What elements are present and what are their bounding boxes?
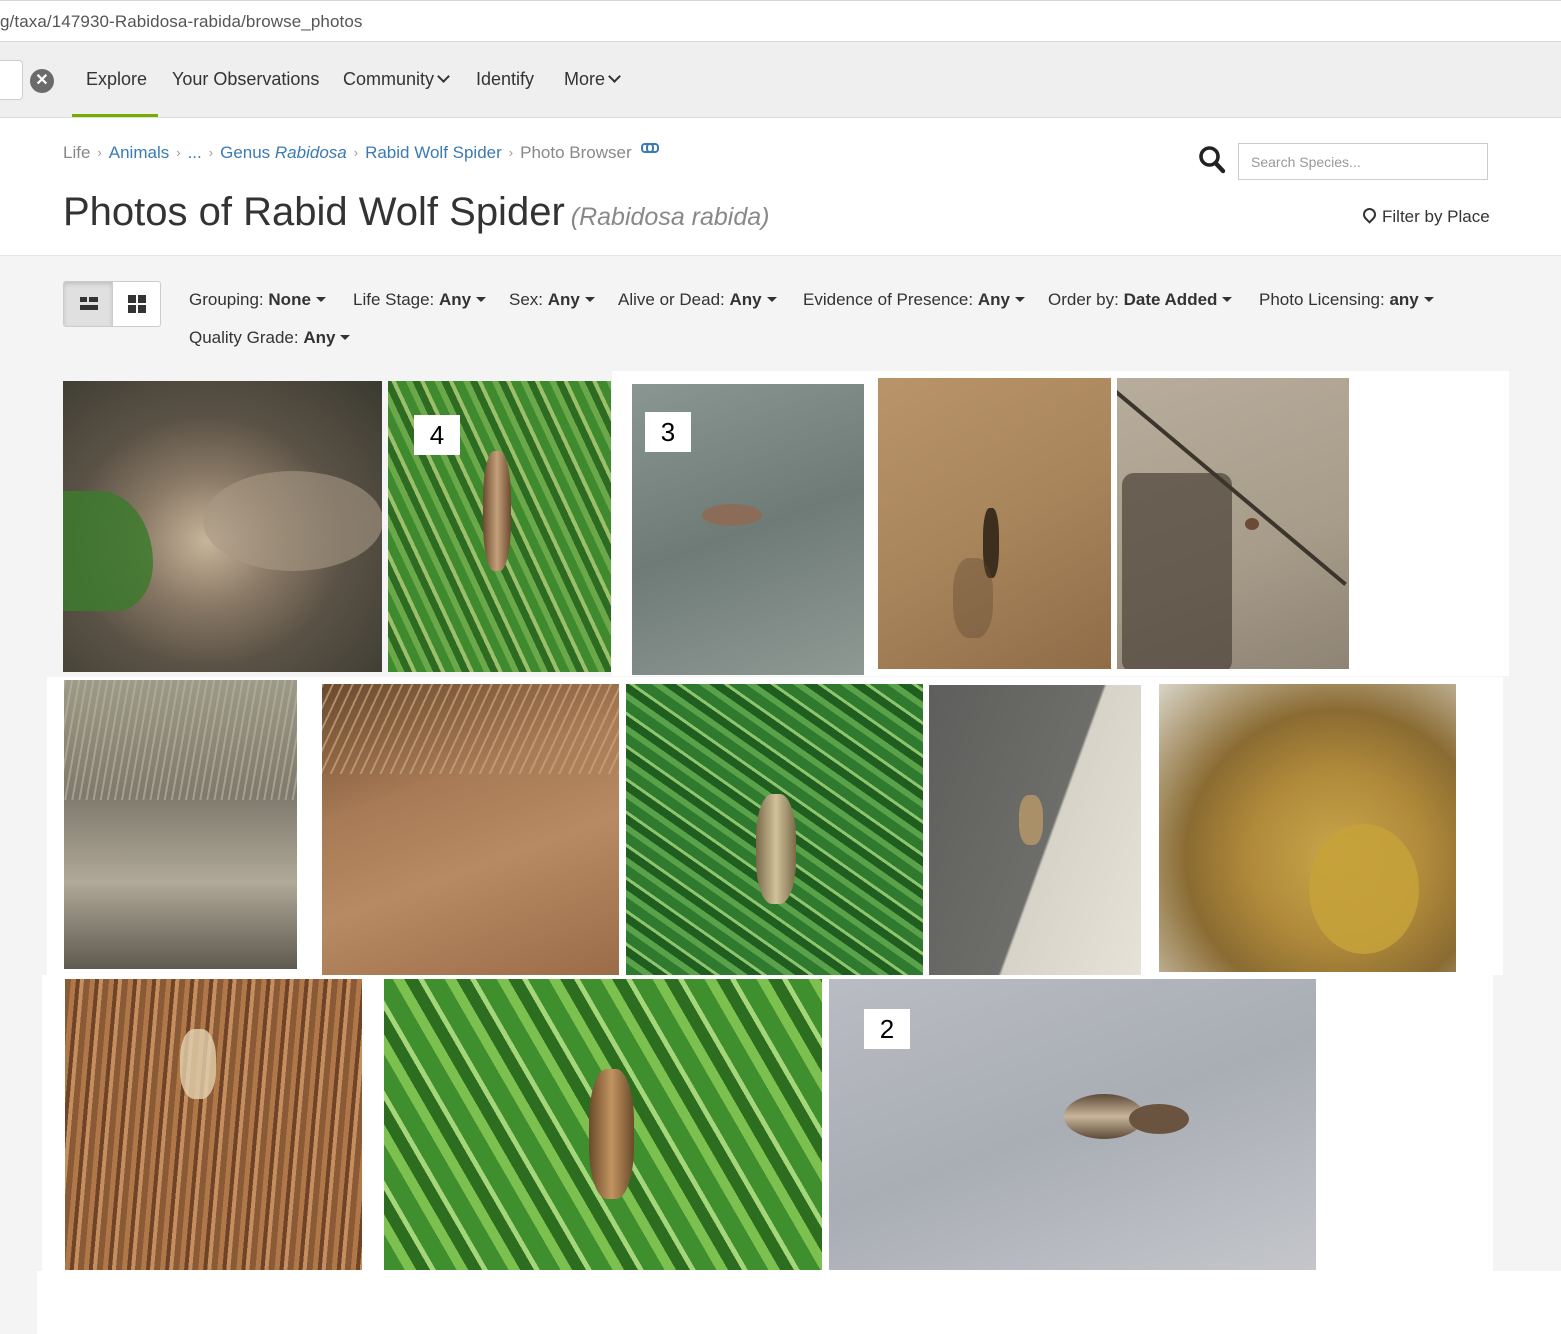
filter-alive-or-dead[interactable]: Alive or Dead: Any <box>618 290 777 310</box>
photo-floor-spider[interactable] <box>1117 378 1349 669</box>
chevron-down-icon <box>608 70 621 83</box>
filter-life-stage[interactable]: Life Stage: Any <box>353 290 487 310</box>
link-icon[interactable] <box>640 143 659 153</box>
nav-explore[interactable]: Explore <box>86 69 147 90</box>
photo-badge: 2 <box>864 1009 910 1049</box>
photo-strip <box>37 1271 1561 1334</box>
address-bar[interactable]: g/taxa/147930-Rabidosa-rabida/browse_pho… <box>0 0 1561 42</box>
photo-dry-grass-spider[interactable] <box>64 680 297 969</box>
map-marker-icon <box>1360 205 1379 224</box>
filter-order-by[interactable]: Order by: Date Added <box>1048 290 1233 310</box>
active-tab-indicator <box>72 114 158 117</box>
page-title: Photos of Rabid Wolf Spider (Rabidosa rab… <box>63 190 769 235</box>
photo-closeup-spider[interactable] <box>1159 684 1456 972</box>
grid-view-icon <box>128 295 146 313</box>
crumb-ellipsis[interactable]: ... <box>188 143 202 162</box>
grid-view-button[interactable] <box>113 282 160 326</box>
scientific-name: (Rabidosa rabida) <box>570 203 770 231</box>
photo-curb-spider[interactable] <box>929 685 1141 975</box>
caret-down-icon <box>476 297 487 302</box>
crumb-animals[interactable]: Animals <box>109 143 169 162</box>
filter-photo-licensing[interactable]: Photo Licensing: any <box>1259 290 1434 310</box>
filter-by-place-label: Filter by Place <box>1382 207 1490 226</box>
view-toggle <box>63 281 161 327</box>
filter-evidence-of-presence[interactable]: Evidence of Presence: Any <box>803 290 1025 310</box>
photo-fabric-spider[interactable]: 3 <box>632 384 864 675</box>
list-view-button[interactable] <box>64 282 113 326</box>
filter-grouping[interactable]: Grouping: None <box>189 290 326 310</box>
crumb-species[interactable]: Rabid Wolf Spider <box>365 143 502 162</box>
caret-down-icon <box>340 335 351 340</box>
photo-wood-spider[interactable] <box>65 979 362 1270</box>
photo-badge: 3 <box>645 412 691 452</box>
species-search-input[interactable] <box>1238 143 1488 180</box>
top-nav: ✕ Explore Your Observations Community Id… <box>0 42 1561 118</box>
filter-sex[interactable]: Sex: Any <box>509 290 595 310</box>
caret-down-icon <box>1014 297 1025 302</box>
photo-wall-spider[interactable] <box>878 378 1111 669</box>
nav-your-observations[interactable]: Your Observations <box>172 69 319 90</box>
caret-down-icon <box>315 297 326 302</box>
photo-leaf-litter-spider[interactable] <box>63 381 382 672</box>
photo-grass-spider[interactable]: 4 <box>388 381 611 672</box>
caret-down-icon <box>1222 297 1233 302</box>
nav-community[interactable]: Community <box>343 69 450 90</box>
photo-pavement-spider[interactable]: 2 <box>829 979 1316 1270</box>
photo-leaf-blade-spider[interactable] <box>384 979 822 1270</box>
nav-more[interactable]: More <box>564 69 621 90</box>
nav-identify[interactable]: Identify <box>476 69 534 90</box>
crumb-life[interactable]: Life <box>63 143 90 162</box>
crumb-current: Photo Browser <box>520 143 632 162</box>
caret-down-icon <box>766 297 777 302</box>
caret-down-icon <box>1423 297 1434 302</box>
clear-search-icon[interactable]: ✕ <box>30 69 54 93</box>
url-text: g/taxa/147930-Rabidosa-rabida/browse_pho… <box>0 12 363 31</box>
nav-community-label: Community <box>343 69 435 89</box>
breadcrumb: Life › Animals ›... › Genus Rabidosa › Rabid Wo… <box>63 143 659 163</box>
list-view-icon <box>80 297 98 310</box>
photo-dirt-spider[interactable] <box>322 684 619 975</box>
chevron-down-icon <box>437 70 450 83</box>
photo-green-grass-spider[interactable] <box>626 684 923 975</box>
header-search-input[interactable] <box>0 60 23 100</box>
filter-by-place-button[interactable]: Filter by Place <box>1360 205 1490 227</box>
photo-badge: 4 <box>414 415 460 455</box>
filter-quality-grade[interactable]: Quality Grade: Any <box>189 328 351 348</box>
search-icon[interactable] <box>1198 145 1226 175</box>
page-title-text: Photos of Rabid Wolf Spider <box>63 190 565 234</box>
crumb-genus[interactable]: Genus Rabidosa <box>220 143 347 162</box>
caret-down-icon <box>584 297 595 302</box>
nav-more-label: More <box>564 69 606 89</box>
